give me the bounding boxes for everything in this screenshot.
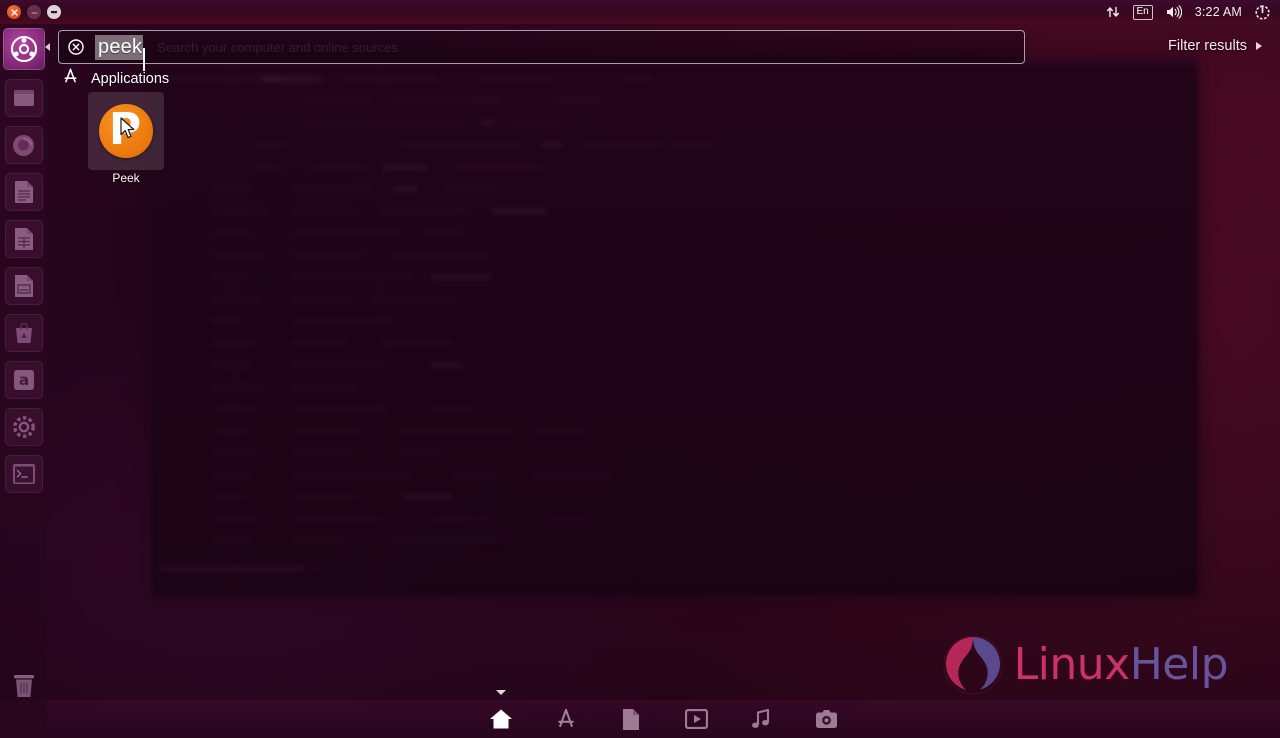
calc-document-icon: [14, 228, 33, 250]
triangle-right-icon: [1256, 42, 1262, 50]
dash-lens-photos[interactable]: [810, 704, 842, 734]
window-controls: [7, 5, 61, 19]
dash-lens-video[interactable]: [680, 704, 712, 734]
home-icon: [490, 709, 512, 729]
applications-lens-icon: [558, 709, 574, 727]
clear-circle-x-icon[interactable]: [63, 31, 89, 63]
gear-icon: [12, 416, 35, 438]
peek-icon-letter: P: [108, 104, 142, 155]
trash-icon[interactable]: [7, 668, 41, 702]
writer-document-icon: [14, 181, 33, 203]
linuxhelp-logo-icon: [943, 635, 1003, 695]
sidebar-item-firefox[interactable]: [4, 126, 43, 164]
result-tile-peek[interactable]: P: [88, 92, 164, 170]
launcher-active-arrow-icon: [44, 43, 50, 51]
system-tray: En 3:22 AM: [1106, 4, 1271, 20]
sidebar-item-software[interactable]: [4, 314, 43, 352]
sidebar-item-amazon[interactable]: a: [4, 361, 43, 399]
result-tile-label: Peek: [112, 171, 140, 185]
amazon-icon: a: [13, 370, 34, 390]
dash-search-bar[interactable]: peek Search your computer and online sou…: [58, 30, 1025, 71]
music-note-icon: [752, 708, 770, 728]
category-header-applications: Applications: [62, 68, 169, 89]
dash-lens-applications[interactable]: [550, 704, 582, 734]
dash-lens-bar: [47, 700, 1280, 738]
files-lens-icon: [623, 708, 639, 730]
dash-lens-files[interactable]: [615, 704, 647, 734]
window-maximize-button[interactable]: [47, 5, 61, 19]
network-up-down-icon[interactable]: [1106, 5, 1120, 19]
volume-icon[interactable]: [1166, 5, 1182, 19]
filter-results-button[interactable]: Filter results: [1168, 38, 1262, 54]
sidebar-item-impress[interactable]: [4, 267, 43, 305]
search-placeholder: Search your computer and online sources: [157, 39, 398, 55]
camera-icon: [815, 710, 837, 728]
dash-home-button[interactable]: [2, 28, 50, 70]
gear-power-icon[interactable]: [1255, 4, 1270, 20]
keyboard-layout-indicator[interactable]: En: [1132, 4, 1153, 20]
dash-lens-home[interactable]: [485, 704, 517, 734]
sidebar-item-files[interactable]: [4, 79, 43, 117]
terminal-icon: [12, 464, 35, 484]
window-minimize-button[interactable]: [27, 5, 41, 19]
sidebar-item-writer[interactable]: [4, 173, 43, 211]
files-icon: [13, 90, 34, 106]
sidebar-item-calc[interactable]: [4, 220, 43, 258]
unity-launcher: a: [0, 24, 50, 738]
window-close-button[interactable]: [7, 5, 21, 19]
filter-results-label: Filter results: [1168, 38, 1247, 54]
video-lens-icon: [684, 709, 708, 729]
peek-app-icon: P: [99, 104, 153, 158]
clock[interactable]: 3:22 AM: [1195, 5, 1242, 19]
search-input[interactable]: peek: [95, 34, 144, 60]
applications-lens-icon: [62, 68, 79, 89]
watermark-linux-text: Linux: [1013, 639, 1131, 690]
linuxhelp-watermark: LinuxHelp: [942, 634, 1229, 696]
ubuntu-software-bag-icon: [15, 322, 32, 343]
category-label: Applications: [91, 70, 170, 87]
sidebar-item-terminal[interactable]: [4, 455, 43, 493]
sidebar-item-settings[interactable]: [4, 408, 43, 446]
top-panel: En 3:22 AM: [0, 0, 1280, 24]
dash-lens-music[interactable]: [745, 704, 777, 734]
firefox-icon: [13, 134, 34, 156]
unity-dash-overlay: [0, 0, 1280, 700]
impress-document-icon: [14, 275, 33, 297]
svg-text:a: a: [18, 371, 28, 389]
watermark-help-text: Help: [1129, 639, 1229, 690]
